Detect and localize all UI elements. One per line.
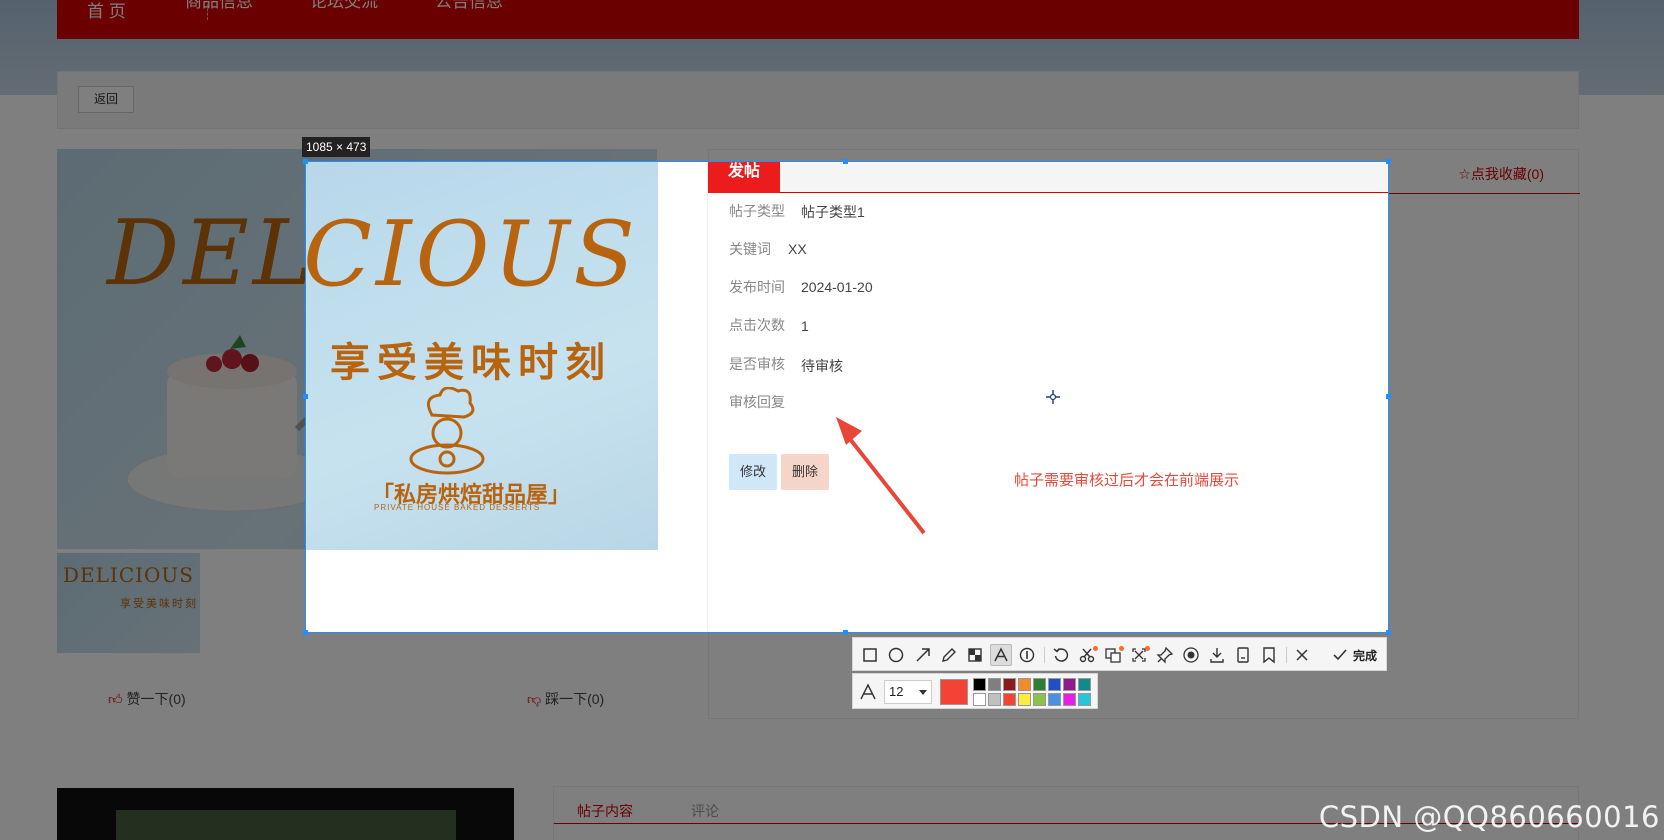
brand-subtitle: PRIVATE HOUSE BAKED DESSERTS <box>374 503 541 512</box>
field-label-review-status: 是否审核 <box>729 356 785 372</box>
color-swatch[interactable] <box>1003 678 1016 691</box>
number-tool[interactable] <box>1016 644 1038 666</box>
color-swatch[interactable] <box>1033 693 1046 706</box>
color-swatch[interactable] <box>988 678 1001 691</box>
color-swatch[interactable] <box>1063 693 1076 706</box>
pin-icon <box>1156 646 1174 664</box>
selection-product-image: DELICIOUS 享受美味时刻 「私房烘焙甜品屋」 PRIVATE HOUSE… <box>306 162 658 550</box>
chef-logo-icon <box>409 387 485 475</box>
current-color-swatch[interactable] <box>940 679 968 705</box>
new-feature-dot <box>1119 646 1124 651</box>
record-icon <box>1183 647 1199 663</box>
toolbar-separator <box>1044 647 1045 663</box>
color-swatch[interactable] <box>973 678 986 691</box>
mosaic-icon <box>968 648 982 662</box>
new-feature-dot <box>1093 646 1098 651</box>
color-swatch[interactable] <box>1033 678 1046 691</box>
resize-handle-bottom[interactable] <box>843 630 848 635</box>
annotation-text: 帖子需要审核过后才会在前端展示 <box>1014 472 1240 489</box>
color-swatch[interactable] <box>1063 678 1076 691</box>
watermark: CSDN @QQ860660016 <box>1318 800 1660 834</box>
pin-tool[interactable] <box>1154 644 1176 666</box>
delete-button[interactable]: 删除 <box>781 454 829 490</box>
field-label-review-reply: 审核回复 <box>729 394 785 410</box>
color-swatch[interactable] <box>988 693 1001 706</box>
color-swatch[interactable] <box>1078 678 1091 691</box>
chevron-down-icon <box>919 690 927 695</box>
selection-image-headline: DELICIOUS <box>306 202 639 307</box>
ellipse-icon <box>888 647 904 663</box>
toolbar-separator <box>1286 647 1287 663</box>
resize-handle-top-right[interactable] <box>1386 159 1391 164</box>
color-swatch[interactable] <box>1078 693 1091 706</box>
crosshair-cursor-icon <box>1046 390 1060 404</box>
post-tab-strip <box>708 162 1388 193</box>
new-feature-dot <box>1145 646 1150 651</box>
undo-tool[interactable] <box>1050 644 1072 666</box>
number-icon <box>1019 647 1035 663</box>
font-icon <box>860 683 876 700</box>
undo-icon <box>1053 648 1069 662</box>
text-icon <box>994 647 1008 662</box>
bookmark-icon <box>1263 647 1275 664</box>
arrow-tool[interactable] <box>912 644 934 666</box>
pen-icon <box>942 648 956 662</box>
color-swatch[interactable] <box>973 693 986 706</box>
text-tool[interactable] <box>990 644 1012 666</box>
ellipse-tool[interactable] <box>885 644 907 666</box>
tab-new-post[interactable]: 发帖 <box>708 162 780 193</box>
download-tool[interactable] <box>1206 644 1228 666</box>
resize-handle-bottom-left[interactable] <box>303 630 308 635</box>
field-value-post-type: 帖子类型1 <box>801 204 865 220</box>
panel-divider <box>707 162 708 632</box>
record-tool[interactable] <box>1180 644 1202 666</box>
field-label-post-type: 帖子类型 <box>729 203 785 219</box>
field-label-keyword: 关键词 <box>729 241 771 257</box>
capture-toolbar: 完成 <box>852 637 1387 671</box>
translate-tool[interactable] <box>1102 644 1124 666</box>
text-style-bar: 12 <box>852 673 1098 709</box>
rectangle-tool[interactable] <box>859 644 881 666</box>
capture-selection[interactable]: DELICIOUS 享受美味时刻 「私房烘焙甜品屋」 PRIVATE HOUSE… <box>305 161 1389 633</box>
annotation-arrow-icon <box>836 417 926 535</box>
font-size-value: 12 <box>889 684 904 699</box>
field-label-click-count: 点击次数 <box>729 317 785 333</box>
edit-button[interactable]: 修改 <box>729 454 777 490</box>
field-value-review-status: 待审核 <box>801 358 843 374</box>
resize-handle-left[interactable] <box>303 394 308 399</box>
capture-size-label: 1085 × 473 <box>302 137 371 157</box>
resize-handle-right[interactable] <box>1386 394 1391 399</box>
close-icon <box>1296 649 1308 661</box>
color-swatch[interactable] <box>1048 693 1061 706</box>
save-icon <box>1237 647 1249 663</box>
field-value-publish-time: 2024-01-20 <box>801 279 873 295</box>
color-swatch[interactable] <box>1003 693 1016 706</box>
color-swatch[interactable] <box>1018 678 1031 691</box>
brand-logo: 「私房烘焙甜品屋」 PRIVATE HOUSE BAKED DESSERTS <box>366 387 606 517</box>
mosaic-tool[interactable] <box>964 644 986 666</box>
field-value-click-count: 1 <box>801 318 809 334</box>
resize-handle-top-left[interactable] <box>303 159 308 164</box>
save-tool[interactable] <box>1232 644 1254 666</box>
pen-tool[interactable] <box>938 644 960 666</box>
download-icon <box>1210 648 1224 663</box>
color-swatch[interactable] <box>1018 693 1031 706</box>
rectangle-icon <box>863 648 877 662</box>
font-size-select[interactable]: 12 <box>884 680 932 704</box>
done-capture-button[interactable] <box>1329 644 1351 666</box>
resize-handle-top[interactable] <box>843 159 848 164</box>
ocr-tool[interactable] <box>1076 644 1098 666</box>
close-capture-button[interactable] <box>1291 644 1313 666</box>
resize-handle-bottom-right[interactable] <box>1386 630 1391 635</box>
long-capture-tool[interactable] <box>1128 644 1150 666</box>
check-icon <box>1333 649 1347 661</box>
selection-image-slogan: 享受美味时刻 <box>330 341 612 385</box>
done-label[interactable]: 完成 <box>1353 647 1377 664</box>
field-label-publish-time: 发布时间 <box>729 279 785 295</box>
field-value-keyword: XX <box>788 241 807 257</box>
color-swatch[interactable] <box>1048 678 1061 691</box>
arrow-icon <box>916 648 930 662</box>
bookmark-tool[interactable] <box>1258 644 1280 666</box>
